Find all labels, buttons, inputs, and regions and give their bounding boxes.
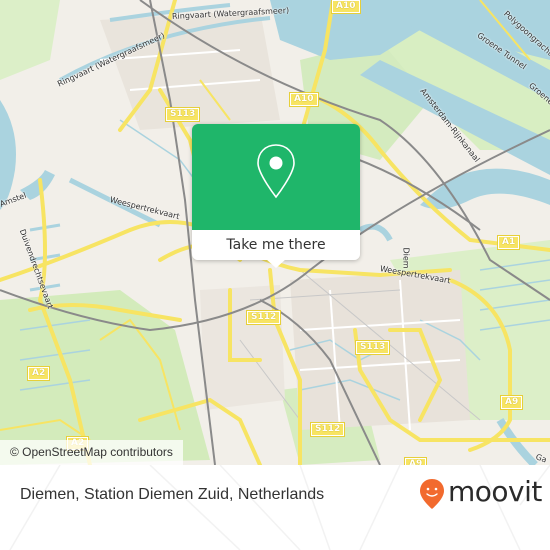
road-shield-s112: S112	[245, 310, 282, 325]
road-shield-s113: S113	[354, 340, 391, 355]
street-label: Diem	[401, 247, 411, 269]
road-shield-a1: A1	[496, 235, 521, 250]
popup-pointer	[266, 259, 286, 268]
road-shield-a10: A10	[331, 0, 361, 14]
road-shield-s113: S113	[164, 107, 201, 122]
moovit-pin-icon	[420, 479, 444, 509]
map-pin-icon	[257, 144, 295, 199]
directions-popup: Take me there	[192, 124, 360, 268]
brand-name: moovit	[448, 475, 542, 508]
road-shield-s112: S112	[309, 422, 346, 437]
road-shield-a2: A2	[26, 366, 51, 381]
road-shield-a9: A9	[499, 395, 524, 410]
map-view[interactable]: A10 A10 S113 S112 S113 A1 A2 A2 S112 A9 …	[0, 0, 550, 465]
place-name: Diemen, Station Diemen Zuid, Netherlands	[20, 486, 325, 503]
take-me-there-button[interactable]: Take me there	[192, 230, 360, 260]
road-shield-a10: A10	[289, 92, 319, 107]
footer: Diemen, Station Diemen Zuid, Netherlands…	[0, 465, 550, 550]
map-attribution[interactable]: © OpenStreetMap contributors	[0, 440, 183, 465]
road-shield-a9: A9	[403, 457, 428, 465]
popup-header	[192, 124, 360, 230]
